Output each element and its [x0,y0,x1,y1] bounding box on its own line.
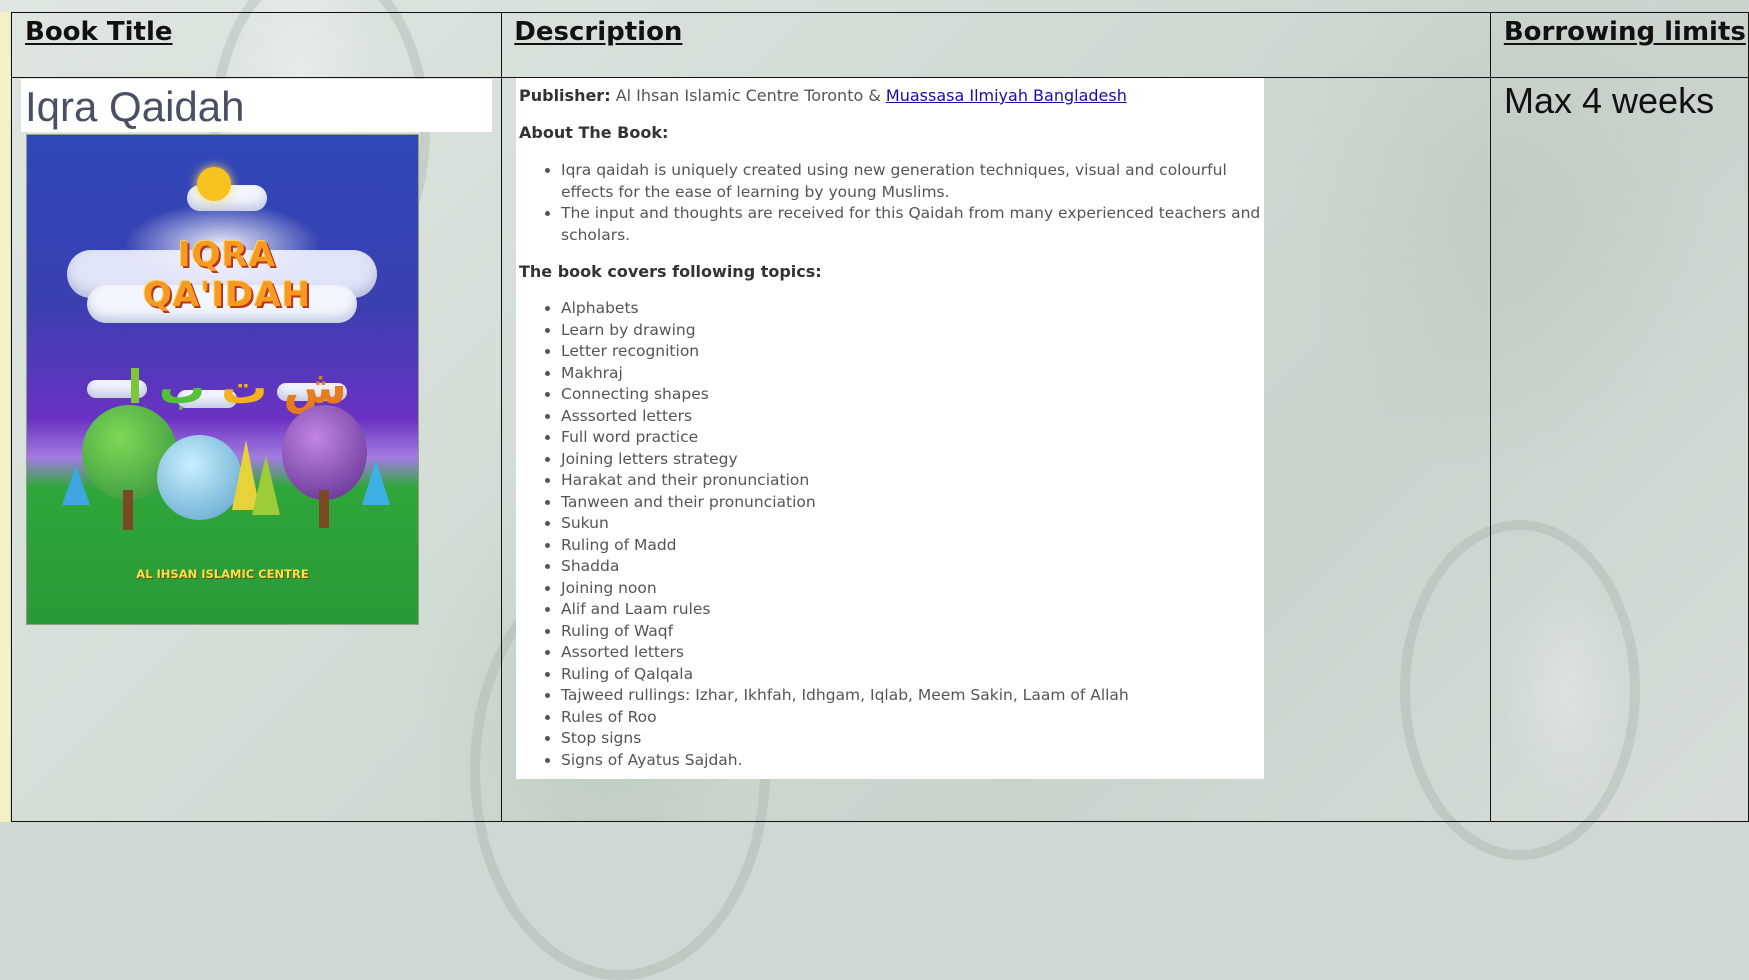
list-item: Shadda [561,556,1129,578]
book-title: Iqra Qaidah [25,83,245,130]
header-book-title: Book Title [10,12,503,78]
publisher-text: Al Ihsan Islamic Centre Toronto & [615,86,886,105]
list-item: Learn by drawing [561,320,1129,342]
about-list: Iqra qaidah is uniquely created using ne… [516,160,1264,246]
list-item: Tanween and their pronunciation [561,492,1129,514]
publisher-label: Publisher: [519,86,611,105]
list-item: Iqra qaidah is uniquely created using ne… [561,160,1264,203]
list-item: Signs of Ayatus Sajdah. [561,750,1129,772]
list-item: Sukun [561,513,1129,535]
book-title-box: Iqra Qaidah [21,79,492,132]
topics-heading: The book covers following topics: [519,262,822,281]
list-item: Ruling of Qalqala [561,664,1129,686]
cover-publisher-text: AL IHSAN ISLAMIC CENTRE [136,567,309,581]
publisher-line: Publisher: Al Ihsan Islamic Centre Toron… [519,86,1127,105]
table-header-row: Book Title Description Borrowing limits [10,12,1749,78]
borrowing-limit-value: Max 4 weeks [1504,80,1715,121]
topics-list: Alphabets Learn by drawing Letter recogn… [516,298,1129,771]
sun-icon [197,167,231,201]
publisher-link[interactable]: Muassasa Ilmiyah Bangladesh [886,86,1127,105]
list-item: Harakat and their pronunciation [561,470,1129,492]
borrowing-limit-cell [1489,77,1749,822]
list-item: Ruling of Waqf [561,621,1129,643]
list-item: Makhraj [561,363,1129,385]
list-item: Alif and Laam rules [561,599,1129,621]
about-heading: About The Book: [519,123,669,142]
list-item: Ruling of Madd [561,535,1129,557]
list-item: The input and thoughts are received for … [561,203,1264,246]
list-item: Letter recognition [561,341,1129,363]
list-item: Alphabets [561,298,1129,320]
left-edge-strip [0,12,10,822]
description-box: Publisher: Al Ihsan Islamic Centre Toron… [516,78,1264,779]
list-item: Tajweed rullings: Izhar, Ikhfah, Idhgam,… [561,685,1129,707]
list-item: Asssorted letters [561,406,1129,428]
header-borrowing-limits: Borrowing limits [1489,12,1749,78]
list-item: Full word practice [561,427,1129,449]
list-item: Joining noon [561,578,1129,600]
list-item: Assorted letters [561,642,1129,664]
list-item: Stop signs [561,728,1129,750]
cover-title: IQRA QA'IDAH [142,235,312,315]
list-item: Rules of Roo [561,707,1129,729]
list-item: Connecting shapes [561,384,1129,406]
list-item: Joining letters strategy [561,449,1129,471]
header-description: Description [501,12,1491,78]
book-cover-image[interactable]: IQRA QA'IDAH ش ت ب ا AL IHSAN ISLAMIC CE… [26,134,419,625]
